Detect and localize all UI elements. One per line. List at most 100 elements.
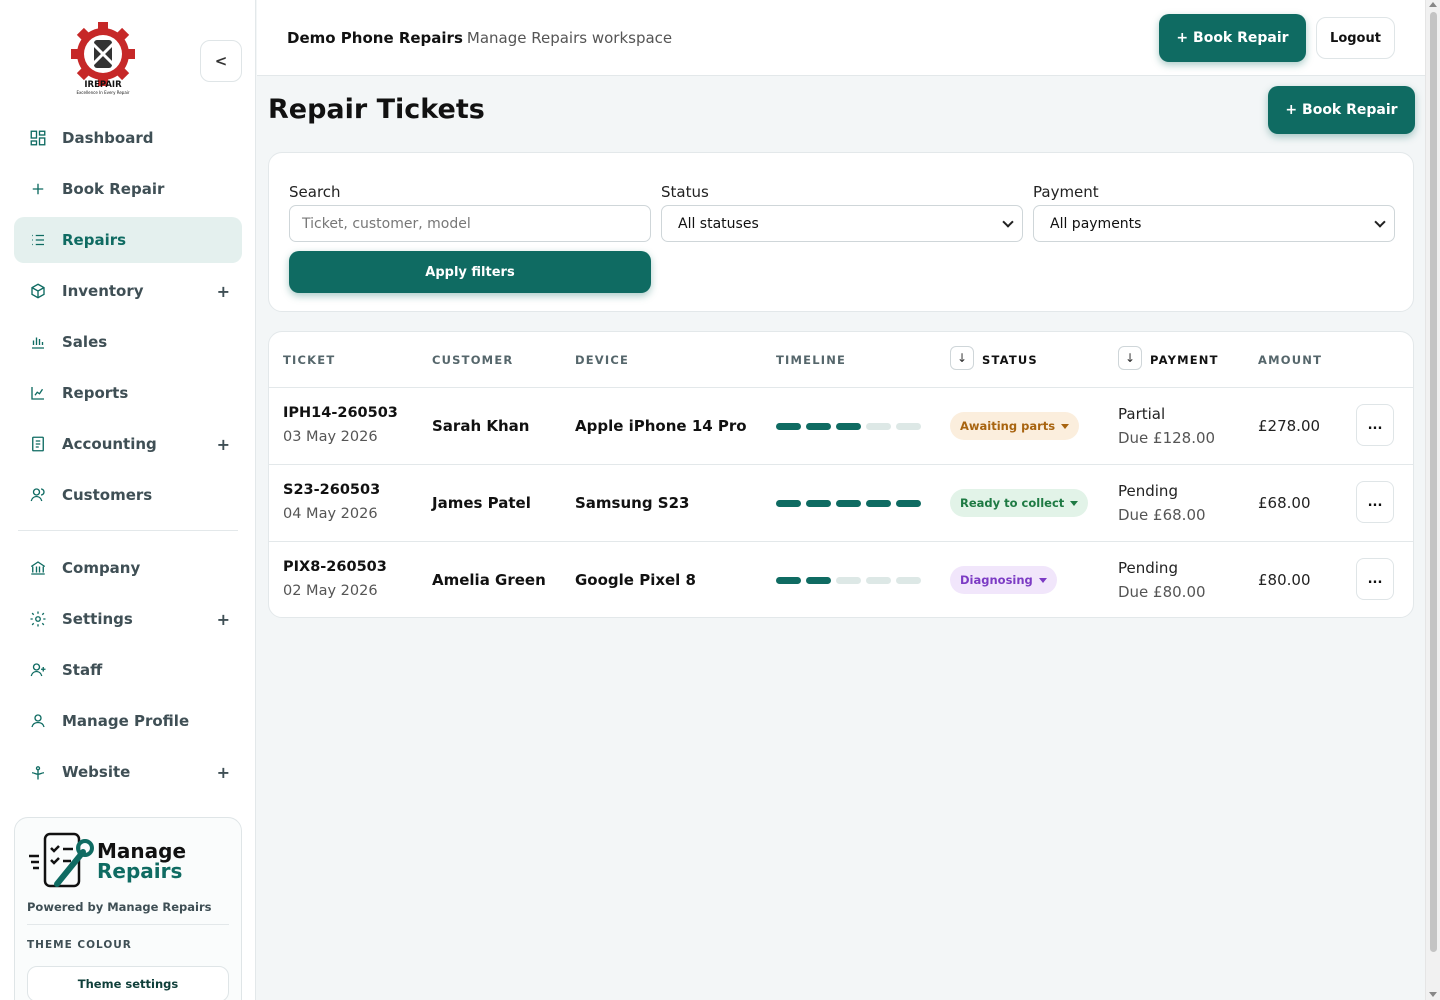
logout-button[interactable]: Logout	[1316, 17, 1395, 59]
timeline-progress	[776, 500, 921, 507]
table-row[interactable]: S23-260503 04 May 2026 James Patel Samsung …	[269, 464, 1413, 541]
sidebar-item-book-repair[interactable]: Book Repair	[14, 166, 242, 212]
scroll-up-arrow-icon[interactable]	[1429, 2, 1437, 7]
sort-status-button[interactable]: ↓	[950, 346, 974, 370]
expand-plus-icon[interactable]: +	[217, 610, 230, 629]
payment-due: Due £80.00	[1118, 583, 1206, 601]
sidebar-item-dashboard[interactable]: Dashboard	[14, 115, 242, 161]
column-header-timeline: TIMELINE	[776, 353, 847, 367]
nav-divider	[18, 530, 238, 531]
sidebar-item-reports[interactable]: Reports	[14, 370, 242, 416]
expand-plus-icon[interactable]: +	[217, 282, 230, 301]
users-icon	[28, 485, 48, 505]
website-icon	[28, 762, 48, 782]
ticket-id[interactable]: S23-260503	[283, 482, 380, 498]
theme-settings-button[interactable]: Theme settings	[27, 966, 229, 1000]
workspace-label: Manage Repairs workspace	[466, 29, 673, 47]
irepair-logo[interactable]: IREPAIR Excellence In Every Repair	[70, 22, 136, 98]
expand-plus-icon[interactable]: +	[217, 763, 230, 782]
sidebar-item-settings[interactable]: Settings +	[14, 596, 242, 642]
brand-word-manage: Manage	[97, 839, 187, 863]
row-actions-button[interactable]: ...	[1356, 558, 1394, 600]
scroll-thumb[interactable]	[1430, 12, 1437, 952]
powered-by-text: Powered by Manage Repairs	[27, 900, 212, 914]
ticket-date: 03 May 2026	[283, 429, 378, 445]
customer-name: James Patel	[432, 494, 531, 512]
plus-icon	[28, 179, 48, 199]
box-icon	[28, 281, 48, 301]
table-row[interactable]: IPH14-260503 03 May 2026 Sarah Khan Apple i…	[269, 387, 1413, 464]
workspace-title: Demo Phone Repairs Manage Repairs workspa…	[287, 29, 672, 47]
payment-filter-label: Payment	[1033, 183, 1099, 201]
timeline-step	[866, 577, 891, 584]
row-actions-button[interactable]: ...	[1356, 481, 1394, 523]
brand-word-repairs: Repairs	[97, 859, 183, 883]
bank-icon	[28, 558, 48, 578]
apply-filters-button[interactable]: Apply filters	[289, 251, 651, 293]
sidebar-item-label: Staff	[62, 661, 103, 679]
status-filter-select[interactable]: All statuses	[661, 205, 1023, 242]
sort-payment-button[interactable]: ↓	[1118, 346, 1142, 370]
sidebar-item-staff[interactable]: Staff	[14, 647, 242, 693]
sidebar-item-website[interactable]: Website +	[14, 749, 242, 795]
sidebar-item-accounting[interactable]: Accounting +	[14, 421, 242, 467]
status-badge[interactable]: Diagnosing	[950, 566, 1057, 594]
book-repair-button-header[interactable]: + Book Repair	[1159, 14, 1306, 62]
ticket-id[interactable]: PIX8-260503	[283, 559, 387, 575]
customer-name: Sarah Khan	[432, 417, 530, 435]
chevron-down-icon	[1374, 216, 1386, 228]
sidebar-item-label: Customers	[62, 486, 153, 504]
timeline-step	[806, 500, 831, 507]
sidebar-item-sales[interactable]: Sales	[14, 319, 242, 365]
payment-status: Partial	[1118, 405, 1166, 423]
caret-down-icon	[1038, 577, 1047, 583]
table-row[interactable]: PIX8-260503 02 May 2026 Amelia Green Google…	[269, 541, 1413, 617]
payment-filter-select[interactable]: All payments	[1033, 205, 1395, 242]
sidebar-item-inventory[interactable]: Inventory +	[14, 268, 242, 314]
filters-panel: Search Ticket, customer, model Status Al…	[268, 152, 1414, 312]
page-title: Repair Tickets	[268, 94, 485, 125]
ticket-date: 02 May 2026	[283, 583, 378, 599]
user-icon	[28, 711, 48, 731]
caret-down-icon	[1061, 423, 1070, 429]
payment-filter-value: All payments	[1050, 215, 1142, 232]
timeline-step	[896, 423, 921, 430]
timeline-step	[776, 500, 801, 507]
scroll-down-arrow-icon[interactable]	[1429, 992, 1437, 997]
sidebar-item-label: Dashboard	[62, 129, 154, 147]
payment-status: Pending	[1118, 482, 1178, 500]
column-header-device: DEVICE	[575, 353, 630, 367]
timeline-step	[776, 577, 801, 584]
search-input[interactable]: Ticket, customer, model	[289, 205, 651, 242]
phone-wrench-icon	[29, 832, 94, 888]
device-name: Samsung S23	[575, 494, 690, 512]
ticket-id[interactable]: IPH14-260503	[283, 405, 398, 421]
amount: £80.00	[1258, 571, 1311, 589]
status-badge[interactable]: Awaiting parts	[950, 412, 1080, 440]
page-scrollbar[interactable]	[1425, 0, 1440, 1000]
timeline-step	[896, 577, 921, 584]
status-badge-label: Diagnosing	[960, 573, 1033, 587]
timeline-step	[806, 423, 831, 430]
sidebar-item-label: Accounting	[62, 435, 157, 453]
sidebar-item-label: Website	[62, 763, 131, 781]
sidebar-item-label: Manage Profile	[62, 712, 190, 730]
timeline-step	[896, 500, 921, 507]
collapse-sidebar-button[interactable]: <	[200, 40, 242, 82]
row-actions-button[interactable]: ...	[1356, 404, 1394, 446]
sidebar-item-customers[interactable]: Customers	[14, 472, 242, 518]
status-badge-label: Ready to collect	[960, 496, 1065, 510]
customer-name: Amelia Green	[432, 571, 546, 589]
timeline-step	[866, 500, 891, 507]
status-badge[interactable]: Ready to collect	[950, 489, 1089, 517]
sidebar-item-manage-profile[interactable]: Manage Profile	[14, 698, 242, 744]
sidebar-item-repairs[interactable]: Repairs	[14, 217, 242, 263]
book-repair-button[interactable]: + Book Repair	[1268, 86, 1415, 134]
sidebar-item-company[interactable]: Company	[14, 545, 242, 591]
column-header-customer: CUSTOMER	[432, 353, 514, 367]
payment-due: Due £128.00	[1118, 429, 1216, 447]
sidebar-item-label: Settings	[62, 610, 133, 628]
sidebar-item-label: Repairs	[62, 231, 127, 249]
expand-plus-icon[interactable]: +	[217, 435, 230, 454]
manage-repairs-logo: Manage Repairs	[27, 830, 187, 890]
